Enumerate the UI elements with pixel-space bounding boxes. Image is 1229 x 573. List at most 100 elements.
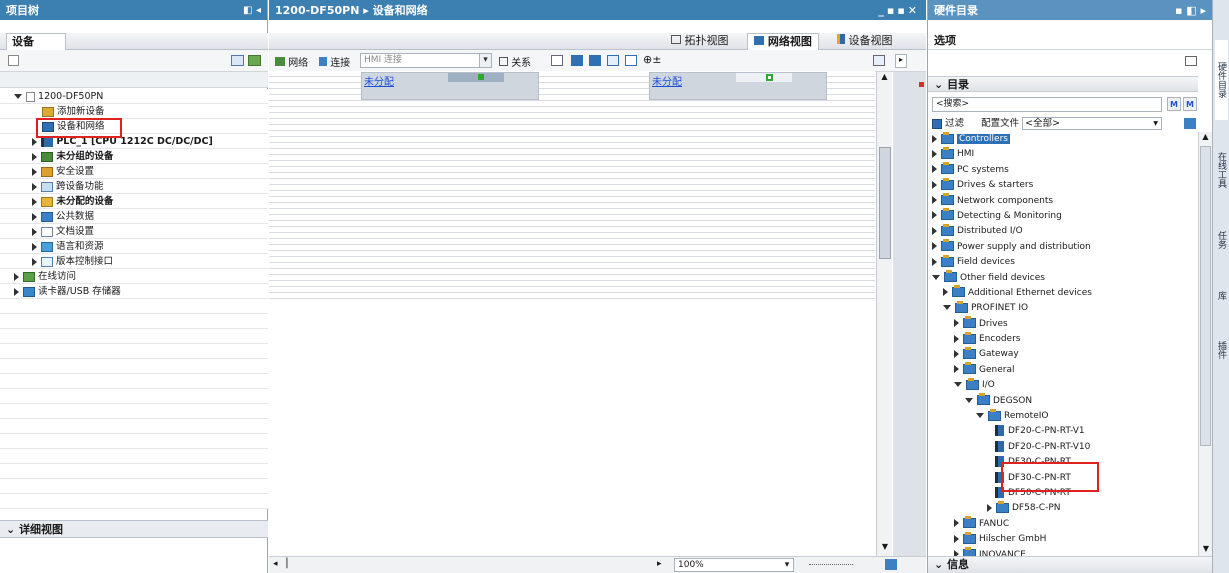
- expand-icon[interactable]: [932, 180, 937, 189]
- tab-online-tools[interactable]: 在线工具: [1215, 135, 1228, 205]
- expand-icon[interactable]: [32, 137, 37, 146]
- tab-hardware-catalog[interactable]: 硬件目录: [1215, 40, 1228, 120]
- expand-icon[interactable]: [954, 519, 959, 528]
- window-controls[interactable]: _▪▪✕: [878, 4, 920, 17]
- tree-item-common-data[interactable]: 公共数据: [0, 209, 268, 224]
- layout-icon-1[interactable]: [571, 55, 583, 66]
- catalog-item[interactable]: Network components: [928, 193, 1198, 209]
- tab-addins[interactable]: 插件: [1215, 330, 1228, 370]
- expand-icon[interactable]: [954, 349, 959, 358]
- collapse-icon[interactable]: [965, 397, 973, 403]
- catalog-item[interactable]: DF20-C-PN-RT-V1: [928, 424, 1198, 439]
- fit-view-icon[interactable]: [885, 559, 897, 570]
- catalog-options-icon[interactable]: [1184, 118, 1196, 129]
- profile-select[interactable]: <全部> ▾: [1022, 117, 1163, 130]
- tree-item-add-device[interactable]: 添加新设备: [0, 104, 268, 119]
- zoom-slider[interactable]: [809, 564, 853, 566]
- expand-icon[interactable]: [932, 226, 937, 235]
- catalog-item[interactable]: Controllers: [928, 131, 1198, 147]
- tree-item-cross-device[interactable]: 跨设备功能: [0, 179, 268, 194]
- catalog-item[interactable]: Drives & starters: [928, 177, 1198, 193]
- catalog-item[interactable]: PC systems: [928, 162, 1198, 178]
- catalog-item[interactable]: DEGSON: [928, 393, 1198, 409]
- tree-item-online-access[interactable]: 在线访问: [0, 269, 268, 284]
- catalog-item[interactable]: RemoteIO: [928, 408, 1198, 424]
- catalog-header[interactable]: ⌄ 目录: [928, 76, 1198, 92]
- page-icon[interactable]: [625, 55, 637, 66]
- filter-checkbox[interactable]: [932, 118, 942, 129]
- collapse-icon[interactable]: [932, 274, 940, 280]
- tab-libraries[interactable]: 库: [1215, 275, 1228, 315]
- expand-icon[interactable]: [932, 149, 937, 158]
- expand-icon[interactable]: [932, 165, 937, 174]
- detail-view-header[interactable]: ⌄ 详细视图: [0, 520, 268, 538]
- network-mode-button[interactable]: 网络: [275, 54, 308, 69]
- options-toggle-icon[interactable]: [1185, 56, 1197, 66]
- zoom-select[interactable]: 100% ▾: [674, 558, 794, 572]
- expand-icon[interactable]: [932, 196, 937, 205]
- catalog-item[interactable]: Encoders: [928, 331, 1198, 347]
- address-table-icon[interactable]: [551, 55, 563, 66]
- collapse-icon[interactable]: [954, 382, 962, 388]
- catalog-item[interactable]: PROFINET IO: [928, 300, 1198, 316]
- overview-icon[interactable]: [8, 55, 19, 66]
- search-down-button[interactable]: M: [1167, 97, 1181, 111]
- catalog-scrollbar[interactable]: ▲ ▼: [1198, 132, 1212, 556]
- catalog-item[interactable]: I/O: [928, 377, 1198, 393]
- collapse-icon[interactable]: [943, 305, 951, 311]
- grid-icon[interactable]: [607, 55, 619, 66]
- catalog-item[interactable]: Gateway: [928, 346, 1198, 362]
- table-view-icon[interactable]: [231, 55, 244, 66]
- catalog-item[interactable]: HMI: [928, 146, 1198, 162]
- expand-icon[interactable]: [32, 167, 37, 176]
- overview-pane[interactable]: ▸: [893, 54, 926, 556]
- expand-icon[interactable]: [932, 257, 937, 266]
- expand-icon[interactable]: [32, 257, 37, 266]
- expand-icon[interactable]: [14, 272, 19, 281]
- catalog-item[interactable]: Hilscher GmbH: [928, 531, 1198, 547]
- scroll-up-arrow[interactable]: ▲: [877, 72, 892, 86]
- catalog-item[interactable]: Additional Ethernet devices: [928, 285, 1198, 301]
- catalog-item[interactable]: Distributed I/O: [928, 223, 1198, 239]
- expand-icon[interactable]: [954, 319, 959, 328]
- expand-icon[interactable]: [32, 182, 37, 191]
- expand-icon[interactable]: [32, 197, 37, 206]
- catalog-item[interactable]: DF58-C-PN: [928, 500, 1198, 516]
- catalog-item[interactable]: Drives: [928, 316, 1198, 332]
- expand-icon[interactable]: [954, 365, 959, 374]
- relation-button[interactable]: 关系: [499, 54, 531, 69]
- tab-topology[interactable]: 拓扑视图: [665, 33, 735, 50]
- catalog-search-input[interactable]: <搜索>: [932, 97, 1162, 112]
- zoom-icon[interactable]: ⊕±: [643, 53, 661, 66]
- catalog-item[interactable]: General: [928, 362, 1198, 378]
- catalog-item[interactable]: Power supply and distribution: [928, 239, 1198, 255]
- connection-type-select[interactable]: HMI 连接 ▾: [360, 53, 492, 68]
- overview-pane-icon[interactable]: [873, 55, 885, 66]
- tree-item-ungrouped[interactable]: 未分组的设备: [0, 149, 268, 164]
- expand-icon[interactable]: [932, 242, 937, 251]
- expand-icon[interactable]: [932, 134, 937, 143]
- tree-item-languages[interactable]: 语言和资源: [0, 239, 268, 254]
- scroll-right-arrow[interactable]: ▸: [657, 559, 662, 569]
- tree-item-unassigned[interactable]: 未分配的设备: [0, 194, 268, 209]
- tab-devices[interactable]: 设备: [6, 33, 66, 50]
- expand-icon[interactable]: [32, 152, 37, 161]
- expand-icon[interactable]: [954, 334, 959, 343]
- collapse-icon[interactable]: [976, 413, 984, 419]
- tree-item-card-reader[interactable]: 读卡器/USB 存储器: [0, 284, 268, 299]
- scroll-up-arrow[interactable]: ▲: [1199, 132, 1212, 144]
- connection-mode-button[interactable]: 连接: [319, 54, 350, 69]
- catalog-item[interactable]: Field devices: [928, 254, 1198, 270]
- expand-icon[interactable]: [32, 242, 37, 251]
- device-box-1[interactable]: 未分配: [361, 72, 539, 100]
- scroll-down-arrow[interactable]: ▼: [877, 542, 893, 556]
- tree-item-security[interactable]: 安全设置: [0, 164, 268, 179]
- device-unassigned-link-1[interactable]: 未分配: [364, 73, 394, 88]
- device-unassigned-link-2[interactable]: 未分配: [652, 73, 682, 88]
- expand-icon[interactable]: [14, 94, 22, 99]
- expand-icon[interactable]: [987, 503, 992, 512]
- vertical-scrollbar[interactable]: ▲ ▼: [876, 72, 892, 556]
- catalog-item[interactable]: DF20-C-PN-RT-V10: [928, 440, 1198, 455]
- tree-item-project[interactable]: 1200-DF50PN: [0, 89, 268, 104]
- collapse-panel-icon[interactable]: ◧ ◂: [243, 5, 261, 16]
